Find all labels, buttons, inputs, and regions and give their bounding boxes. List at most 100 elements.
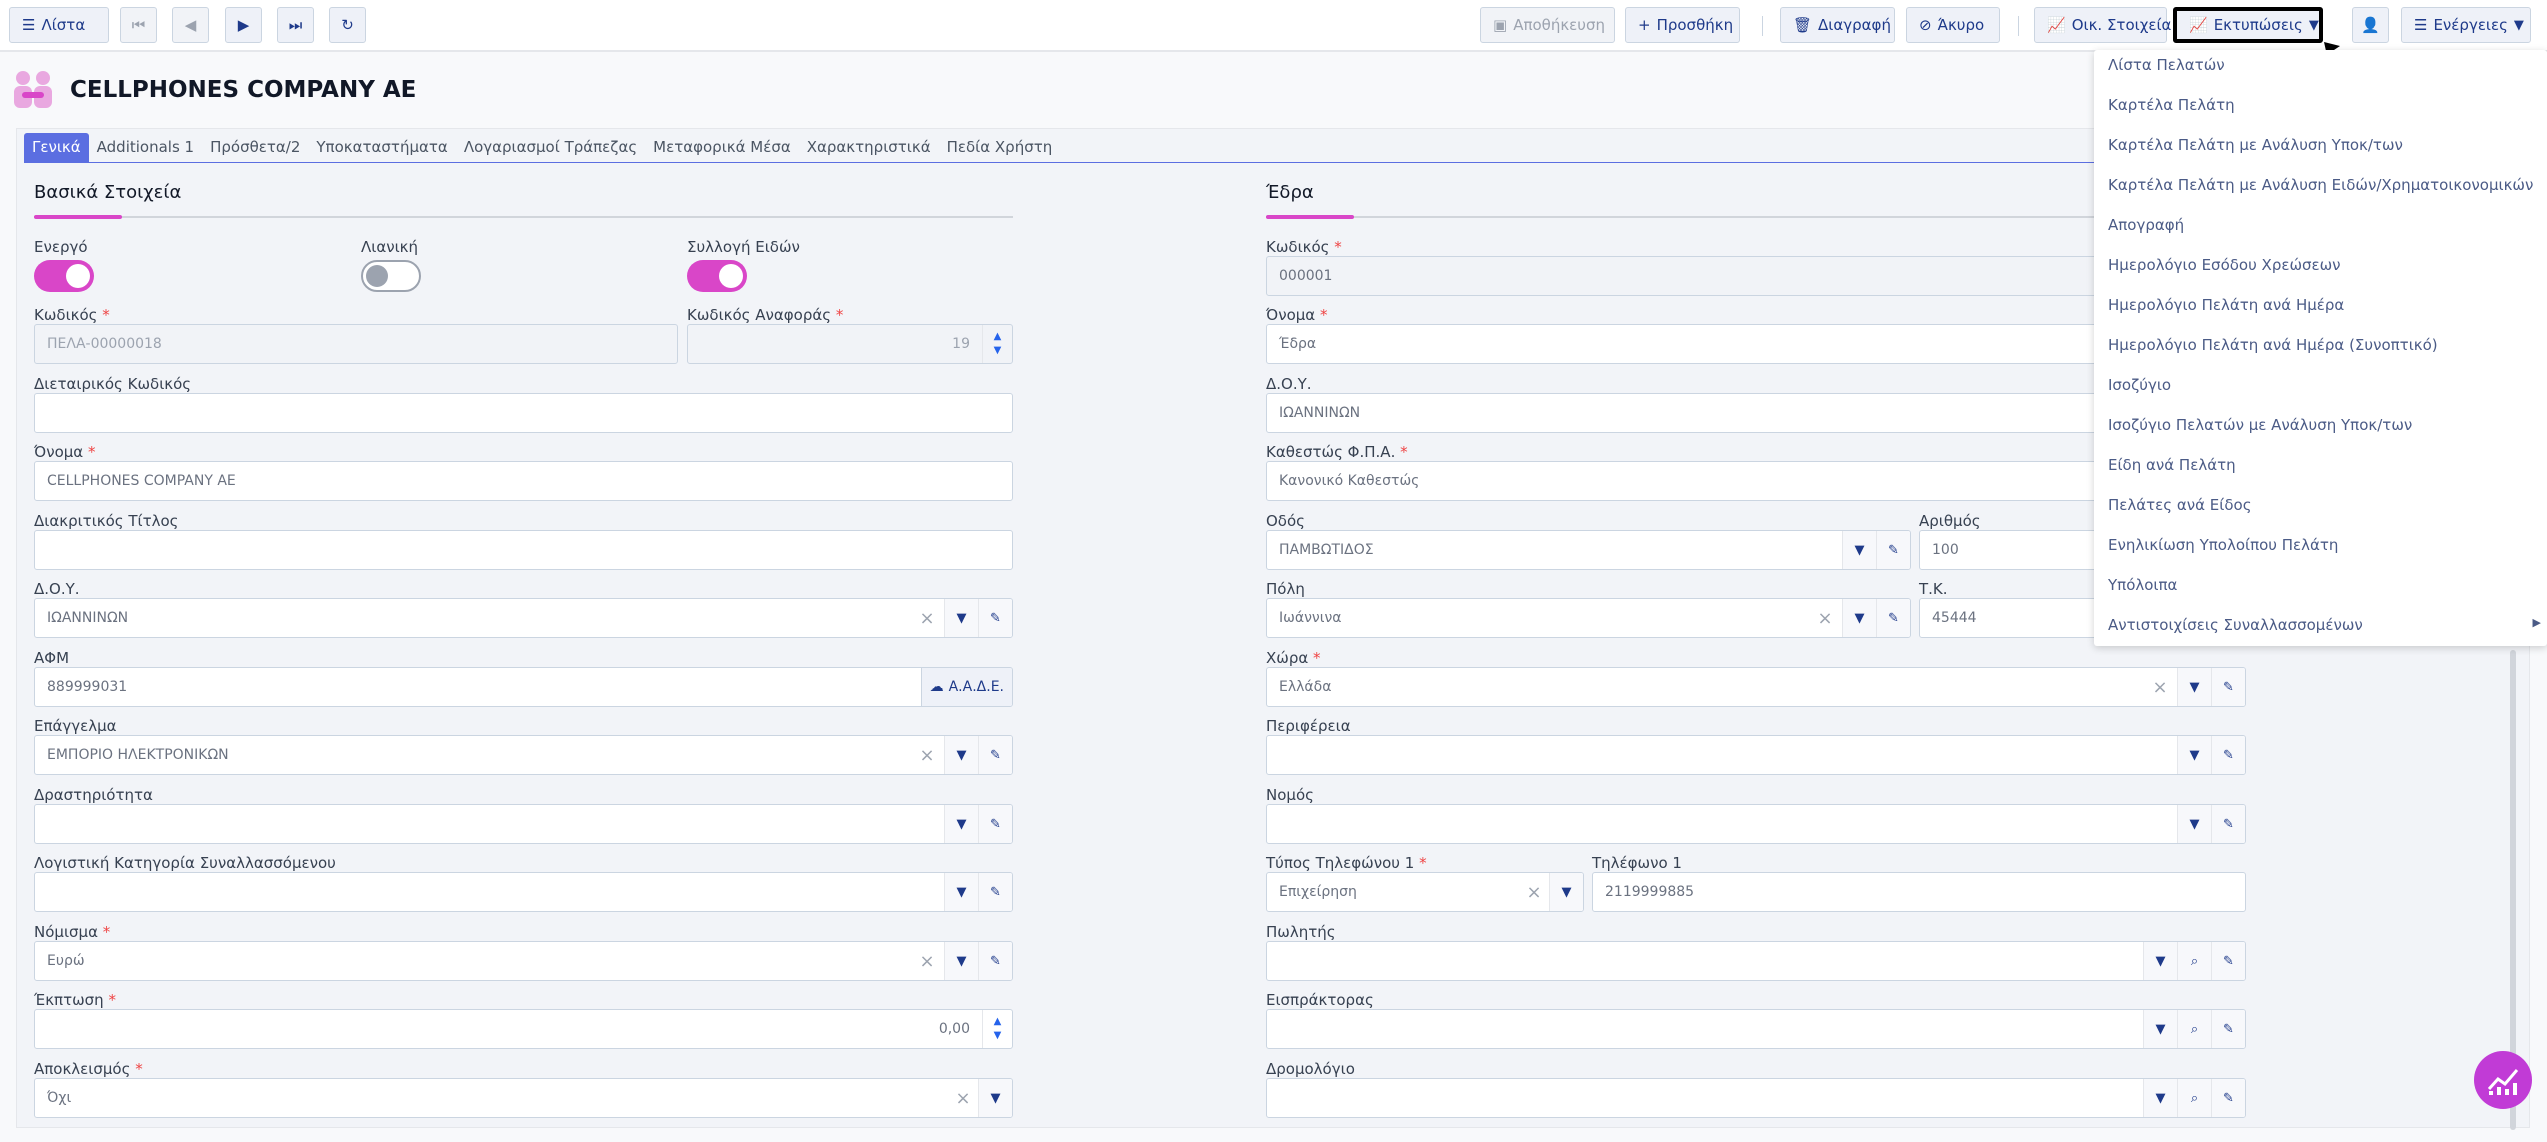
clear-icon[interactable]: ×: [1519, 873, 1549, 911]
list-button[interactable]: ☰ Λίστα: [9, 7, 109, 43]
discount-stepper[interactable]: ▲ ▼: [982, 1010, 1012, 1048]
menu-item-balance-aging[interactable]: Ενηλικίωση Υπολοίπου Πελάτη: [2108, 536, 2338, 554]
active-toggle[interactable]: [34, 260, 94, 292]
chevron-down-icon[interactable]: ▼: [2177, 805, 2211, 843]
menu-item-balances[interactable]: Υπόλοιπα: [2108, 576, 2177, 594]
chevron-down-icon[interactable]: ▼: [944, 942, 978, 980]
refcode-stepper[interactable]: ▲ ▼: [982, 325, 1012, 363]
clear-icon[interactable]: ×: [912, 942, 942, 980]
chevron-down-icon[interactable]: ▼: [944, 873, 978, 911]
next-button[interactable]: ▶: [225, 7, 262, 43]
refcode-field[interactable]: 19 ▲ ▼: [687, 324, 1013, 364]
clear-icon[interactable]: ×: [2145, 668, 2175, 706]
actions-button[interactable]: ☰ Ενέργειες ▼: [2401, 7, 2531, 43]
edit-icon[interactable]: ✎: [1876, 531, 1910, 569]
phone-field[interactable]: 2119999885: [1592, 872, 2246, 912]
route-field[interactable]: ▼ ⌕ ✎: [1266, 1078, 2246, 1118]
tab-bank-accounts[interactable]: Λογαριασμοί Τράπεζας: [456, 133, 645, 162]
chevron-down-icon[interactable]: ▼: [1549, 873, 1583, 911]
menu-item-customer-list[interactable]: Λίστα Πελατών: [2108, 56, 2225, 74]
exclusion-field[interactable]: Όχι × ▼: [34, 1078, 1013, 1118]
edit-icon[interactable]: ✎: [2211, 805, 2245, 843]
financial-data-button[interactable]: 📈 Οικ. Στοιχεία: [2034, 7, 2171, 43]
menu-item-trial-balance-branches[interactable]: Ισοζύγιο Πελατών με Ανάλυση Υποκ/των: [2108, 416, 2412, 434]
tab-vehicles[interactable]: Μεταφορικά Μέσα: [645, 133, 799, 162]
first-page-button[interactable]: ⏮: [120, 7, 157, 43]
chevron-down-icon[interactable]: ▼: [2177, 668, 2211, 706]
tax-office-field[interactable]: ΙΩΑΝΝΙΝΩΝ × ▼ ✎: [34, 598, 1013, 638]
tab-additionals-2[interactable]: Πρόσθετα/2: [202, 133, 308, 162]
add-button[interactable]: + Προσθήκη: [1625, 7, 1740, 43]
name-field[interactable]: CELLPHONES COMPANY AE: [34, 461, 1013, 501]
clear-icon[interactable]: ×: [948, 1079, 978, 1117]
clear-icon[interactable]: ×: [1810, 599, 1840, 637]
menu-item-customer-card[interactable]: Καρτέλα Πελάτη: [2108, 96, 2235, 114]
seller-field[interactable]: ▼ ⌕ ✎: [1266, 941, 2246, 981]
menu-item-customer-card-items[interactable]: Καρτέλα Πελάτη με Ανάλυση Ειδών/Χρηματοι…: [2108, 176, 2533, 194]
analytics-fab-button[interactable]: [2474, 1051, 2532, 1109]
prev-button[interactable]: ◀: [172, 7, 209, 43]
aade-button[interactable]: ☁ Α.Α.Δ.Ε.: [920, 668, 1012, 706]
edit-icon[interactable]: ✎: [978, 599, 1012, 637]
menu-item-daily-journal[interactable]: Ημερολόγιο Πελάτη ανά Ημέρα: [2108, 296, 2344, 314]
chevron-down-icon[interactable]: ▼: [2143, 942, 2177, 980]
menu-item-trial-balance[interactable]: Ισοζύγιο: [2108, 376, 2171, 394]
tab-general[interactable]: Γενικά: [24, 133, 89, 162]
clear-icon[interactable]: ×: [912, 599, 942, 637]
profession-field[interactable]: ΕΜΠΟΡΙΟ ΗΛΕΚΤΡΟΝΙΚΩΝ × ▼ ✎: [34, 735, 1013, 775]
chevron-down-icon[interactable]: ▼: [944, 599, 978, 637]
refresh-button[interactable]: ↻: [329, 7, 366, 43]
chevron-down-icon[interactable]: ▼: [2177, 736, 2211, 774]
chevron-down-icon[interactable]: ▼: [1842, 599, 1876, 637]
edit-icon[interactable]: ✎: [2211, 668, 2245, 706]
retail-toggle[interactable]: [361, 260, 421, 292]
menu-item-items-per-customer[interactable]: Είδη ανά Πελάτη: [2108, 456, 2236, 474]
collector-field[interactable]: ▼ ⌕ ✎: [1266, 1009, 2246, 1049]
discount-field[interactable]: 0,00 ▲ ▼: [34, 1009, 1013, 1049]
cancel-button[interactable]: ⊘ Άκυρο: [1906, 7, 2000, 43]
search-icon[interactable]: ⌕: [2177, 1079, 2211, 1117]
menu-item-daily-journal-summary[interactable]: Ημερολόγιο Πελάτη ανά Ημέρα (Συνοπτικό): [2108, 336, 2438, 354]
user-settings-button[interactable]: 👤: [2352, 7, 2389, 43]
edit-icon[interactable]: ✎: [2211, 1010, 2245, 1048]
prefecture-field[interactable]: ▼ ✎: [1266, 804, 2246, 844]
last-page-button[interactable]: ⏭: [277, 7, 314, 43]
city-field[interactable]: Ιωάννινα × ▼ ✎: [1266, 598, 1911, 638]
intercompany-code-field[interactable]: [34, 393, 1013, 433]
edit-icon[interactable]: ✎: [978, 873, 1012, 911]
country-field[interactable]: Ελλάδα × ▼ ✎: [1266, 667, 2246, 707]
currency-field[interactable]: Ευρώ × ▼ ✎: [34, 941, 1013, 981]
delete-button[interactable]: 🗑 Διαγραφή: [1780, 7, 1895, 43]
save-button[interactable]: ▣ Αποθήκευση: [1480, 7, 1615, 43]
prints-button[interactable]: 📈 Εκτυπώσεις ▼: [2173, 7, 2323, 43]
search-icon[interactable]: ⌕: [2177, 1010, 2211, 1048]
chevron-down-icon[interactable]: ▼: [1842, 531, 1876, 569]
edit-icon[interactable]: ✎: [978, 736, 1012, 774]
edit-icon[interactable]: ✎: [978, 805, 1012, 843]
phone-type-field[interactable]: Επιχείρηση × ▼: [1266, 872, 1584, 912]
menu-item-revenue-journal[interactable]: Ημερολόγιο Εσόδου Χρεώσεων: [2108, 256, 2341, 274]
tab-user-fields[interactable]: Πεδία Χρήστη: [939, 133, 1061, 162]
menu-item-mappings[interactable]: Αντιστοιχίσεις Συναλλασσομένων: [2108, 616, 2363, 634]
chevron-down-icon[interactable]: ▼: [944, 736, 978, 774]
edit-icon[interactable]: ✎: [2211, 736, 2245, 774]
menu-item-customer-card-branches[interactable]: Καρτέλα Πελάτη με Ανάλυση Υποκ/των: [2108, 136, 2403, 154]
distinct-title-field[interactable]: [34, 530, 1013, 570]
activity-field[interactable]: ▼ ✎: [34, 804, 1013, 844]
chevron-down-icon[interactable]: ▼: [2143, 1079, 2177, 1117]
tab-additionals-1[interactable]: Additionals 1: [89, 133, 202, 162]
menu-item-inventory[interactable]: Απογραφή: [2108, 216, 2184, 234]
chevron-down-icon[interactable]: ▼: [2143, 1010, 2177, 1048]
chevron-down-icon[interactable]: ▼: [944, 805, 978, 843]
street-field[interactable]: ΠΑΜΒΩΤΙΔΟΣ ▼ ✎: [1266, 530, 1911, 570]
tab-characteristics[interactable]: Χαρακτηριστικά: [799, 133, 939, 162]
edit-icon[interactable]: ✎: [978, 942, 1012, 980]
edit-icon[interactable]: ✎: [2211, 1079, 2245, 1117]
region-field[interactable]: ▼ ✎: [1266, 735, 2246, 775]
vat-number-field[interactable]: 889999031 ☁ Α.Α.Δ.Ε.: [34, 667, 1013, 707]
menu-item-customers-per-item[interactable]: Πελάτες ανά Είδος: [2108, 496, 2252, 514]
accounting-category-field[interactable]: ▼ ✎: [34, 872, 1013, 912]
code-field[interactable]: ΠΕΛΑ-00000018: [34, 324, 678, 364]
search-icon[interactable]: ⌕: [2177, 942, 2211, 980]
chevron-down-icon[interactable]: ▼: [978, 1079, 1012, 1117]
